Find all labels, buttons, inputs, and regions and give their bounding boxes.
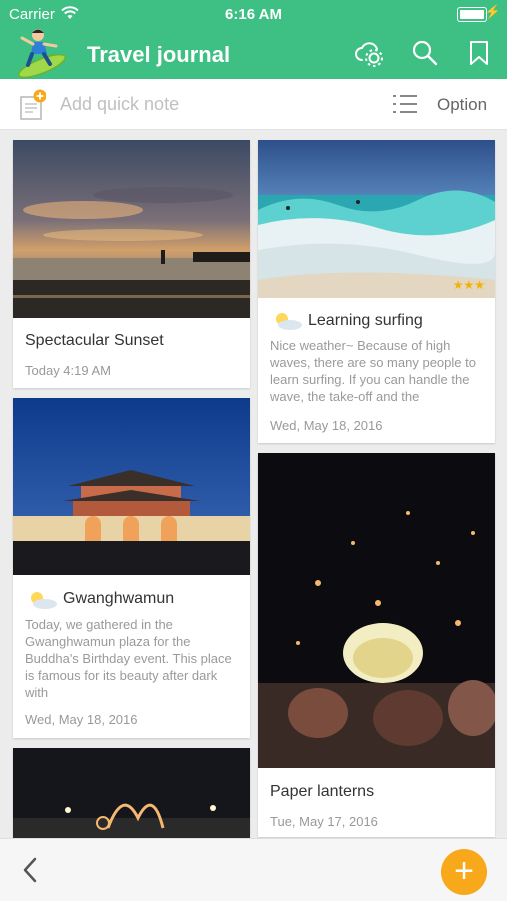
partly-cloudy-icon [31, 592, 57, 609]
gwanghwamun-photo [13, 398, 250, 575]
surf-photo [258, 140, 495, 298]
add-entry-button[interactable]: + [441, 849, 487, 895]
quick-note-input[interactable]: Add quick note [60, 94, 179, 115]
entry-card-night-lights[interactable] [13, 748, 250, 848]
entry-title: Learning surfing [308, 312, 423, 329]
app-title: Travel journal [87, 42, 231, 67]
entry-title: Gwanghwamun [63, 590, 175, 607]
sunset-photo [13, 140, 250, 318]
entry-title: Paper lanterns [270, 783, 375, 800]
entry-card-lanterns[interactable]: Paper lanterns Tue, May 17, 2016 [258, 453, 495, 837]
quick-note-bar: Add quick note Option [0, 79, 507, 130]
entry-card-surfing[interactable]: ★★★ Learning surfing Nice weather~ Becau… [258, 140, 495, 443]
battery-icon [457, 7, 487, 22]
entry-date: Tue, May 17, 2016 [270, 814, 378, 829]
entry-body: Nice weather~ Because of high waves, the… [270, 338, 476, 404]
option-button[interactable]: Option [437, 95, 487, 115]
search-icon[interactable] [410, 38, 440, 68]
partly-cloudy-icon [276, 313, 302, 330]
entry-date: Wed, May 18, 2016 [270, 418, 383, 433]
clock: 6:16 AM [225, 6, 282, 23]
entry-date: Wed, May 18, 2016 [25, 712, 138, 727]
cloud-gear-icon[interactable] [354, 38, 384, 68]
lanterns-photo [258, 453, 495, 768]
bottom-toolbar: + [0, 838, 507, 901]
status-bar: Carrier 6:16 AM ⚡ [0, 0, 507, 28]
entry-date: Today 4:19 AM [25, 363, 111, 378]
entry-title: Spectacular Sunset [25, 332, 164, 349]
surfer-logo-icon [17, 29, 67, 79]
entry-card-sunset[interactable]: Spectacular Sunset Today 4:19 AM [13, 140, 250, 388]
list-view-icon[interactable] [392, 94, 418, 114]
entry-body: Today, we gathered in the Gwanghwamun pl… [25, 617, 232, 700]
add-note-icon[interactable] [20, 89, 46, 121]
back-chevron-icon[interactable] [18, 855, 42, 885]
rating-stars: ★★★ [452, 278, 485, 292]
charging-icon: ⚡ [484, 4, 501, 19]
bookmark-icon[interactable] [465, 38, 495, 68]
entry-card-gwanghwamun[interactable]: Gwanghwamun Today, we gathered in the Gw… [13, 398, 250, 738]
plus-icon: + [454, 852, 474, 890]
app-header: Carrier 6:16 AM ⚡ Travel journal [0, 0, 507, 79]
night-lights-photo [13, 748, 250, 848]
